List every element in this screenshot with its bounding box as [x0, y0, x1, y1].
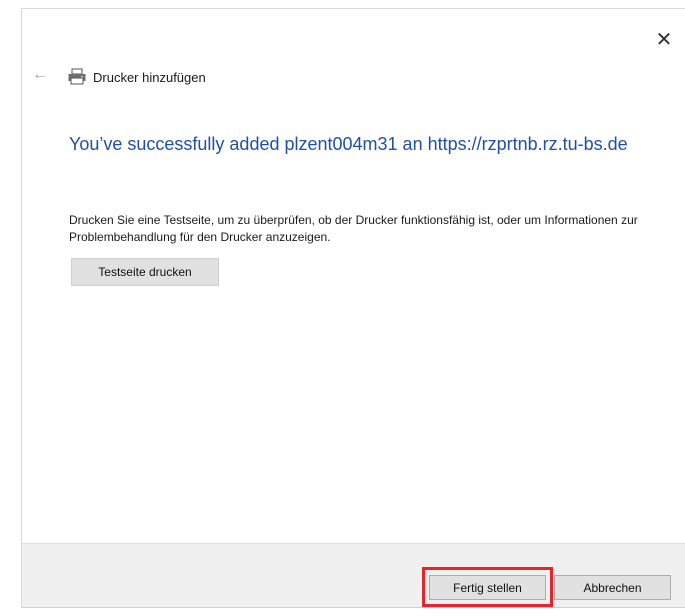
dialog-title: Drucker hinzufügen: [93, 69, 206, 85]
cancel-button[interactable]: Abbrechen: [554, 575, 671, 600]
dialog-header: Drucker hinzufügen: [67, 67, 206, 87]
printer-icon: [68, 68, 86, 85]
description-text: Drucken Sie eine Testseite, um zu überpr…: [69, 213, 638, 244]
back-arrow-icon: ←: [32, 66, 48, 83]
add-printer-dialog: ✕ ← Drucker hinzufügen You’ve successful…: [21, 8, 685, 608]
close-icon: ✕: [655, 29, 673, 51]
close-button[interactable]: ✕: [653, 29, 675, 51]
print-test-page-button[interactable]: Testseite drucken: [71, 258, 219, 286]
finish-button[interactable]: Fertig stellen: [429, 575, 546, 600]
success-heading: You’ve successfully added plzent004m31 a…: [69, 134, 628, 154]
back-button[interactable]: ←: [32, 67, 48, 83]
